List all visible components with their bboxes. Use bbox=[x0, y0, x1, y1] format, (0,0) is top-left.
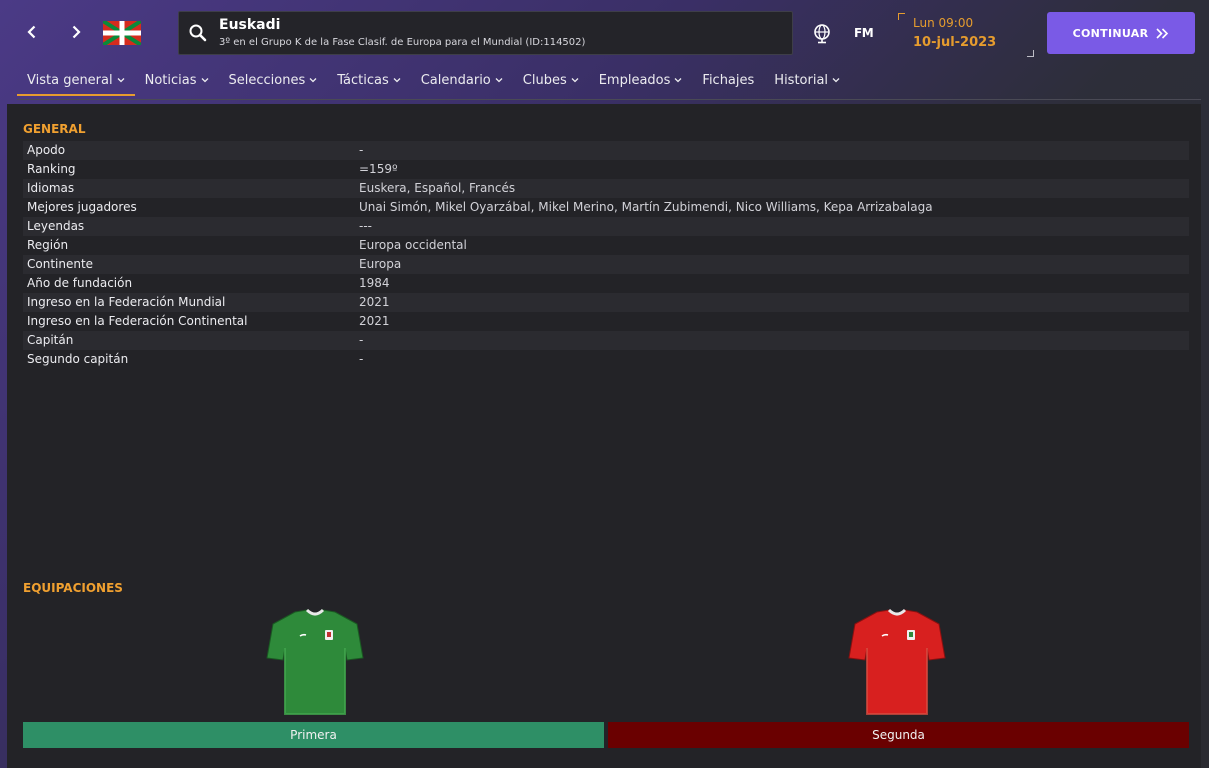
tab-historial[interactable]: Historial bbox=[764, 66, 850, 94]
chevron-left-icon bbox=[27, 25, 36, 39]
forward-button[interactable] bbox=[64, 20, 88, 44]
info-row: Ingreso en la Federación Mundial 2021 bbox=[23, 293, 1189, 312]
info-label: Año de fundación bbox=[27, 276, 133, 290]
continue-button[interactable]: CONTINUAR bbox=[1047, 12, 1195, 54]
tab-label: Vista general bbox=[27, 72, 113, 88]
info-value: 2021 bbox=[359, 295, 390, 309]
tab-label: Calendario bbox=[420, 72, 491, 88]
chevron-down-icon bbox=[495, 78, 503, 83]
chevron-down-icon bbox=[571, 78, 579, 83]
overview-panel: GENERAL Apodo - Ranking =159º Idiomas Euskera… bbox=[7, 104, 1201, 768]
chevron-right-icon bbox=[72, 25, 81, 39]
info-label: Región bbox=[27, 238, 69, 252]
tab-calendario[interactable]: Calendario bbox=[411, 66, 513, 94]
info-value: Euskera, Español, Francés bbox=[359, 181, 516, 195]
team-subtitle: 3º en el Grupo K de la Fase Clasif. de E… bbox=[219, 37, 586, 48]
corner-marker bbox=[1027, 50, 1034, 57]
info-row: Ingreso en la Federación Continental 2021 bbox=[23, 312, 1189, 331]
info-label: Mejores jugadores bbox=[27, 200, 137, 214]
team-name: Euskadi bbox=[219, 17, 281, 33]
info-row: Año de fundación 1984 bbox=[23, 274, 1189, 293]
info-value: 2021 bbox=[359, 314, 390, 328]
info-row: Región Europa occidental bbox=[23, 236, 1189, 255]
tab-label: Noticias bbox=[144, 72, 197, 88]
info-label: Apodo bbox=[27, 143, 66, 157]
tab-label: Clubes bbox=[522, 72, 567, 88]
info-label: Idiomas bbox=[27, 181, 75, 195]
double-chevron-right-icon bbox=[1156, 27, 1169, 39]
tab-fichajes[interactable]: Fichajes bbox=[692, 66, 764, 94]
tab-label: Selecciones bbox=[228, 72, 306, 88]
fm-logo[interactable]: FM bbox=[854, 26, 874, 40]
tab-noticias[interactable]: Noticias bbox=[135, 66, 219, 94]
chevron-down-icon bbox=[832, 78, 840, 83]
tab-tácticas[interactable]: Tácticas bbox=[327, 66, 411, 94]
info-value: - bbox=[359, 143, 364, 157]
info-row: Apodo - bbox=[23, 141, 1189, 160]
info-row: Leyendas --- bbox=[23, 217, 1189, 236]
chevron-down-icon bbox=[201, 78, 208, 83]
tab-selecciones[interactable]: Selecciones bbox=[219, 66, 328, 94]
game-date-display[interactable]: Lun 09:00 10-jul-2023 bbox=[898, 13, 1034, 57]
corner-marker bbox=[898, 13, 905, 20]
info-label: Ingreso en la Federación Continental bbox=[27, 314, 248, 328]
info-label: Ingreso en la Federación Mundial bbox=[27, 295, 226, 309]
info-label: Continente bbox=[27, 257, 94, 271]
info-label: Leyendas bbox=[27, 219, 85, 233]
game-time: Lun 09:00 bbox=[913, 16, 974, 30]
nav-tabs: Vista general Noticias Selecciones Tácticas… bbox=[17, 66, 850, 96]
general-section-title: GENERAL bbox=[23, 122, 86, 136]
general-info-table: Apodo - Ranking =159º Idiomas Euskera, Españo… bbox=[23, 141, 1189, 369]
away-kit-label[interactable]: Segunda bbox=[608, 722, 1189, 748]
info-label: Segundo capitán bbox=[27, 352, 129, 366]
info-value: 1984 bbox=[359, 276, 390, 290]
tab-label: Fichajes bbox=[702, 72, 755, 88]
info-value: - bbox=[359, 333, 364, 347]
info-value: --- bbox=[359, 219, 372, 233]
kits-section-title: EQUIPACIONES bbox=[23, 581, 123, 595]
info-value: Unai Simón, Mikel Oyarzábal, Mikel Merin… bbox=[359, 200, 933, 214]
home-kit-shirt[interactable] bbox=[265, 608, 365, 718]
info-value: Europa occidental bbox=[359, 238, 467, 252]
info-value: =159º bbox=[359, 162, 398, 176]
tab-label: Tácticas bbox=[337, 72, 389, 88]
team-search-box[interactable]: Euskadi 3º en el Grupo K de la Fase Clas… bbox=[178, 11, 793, 55]
info-row: Mejores jugadores Unai Simón, Mikel Oyarz… bbox=[23, 198, 1189, 217]
search-icon[interactable] bbox=[188, 23, 208, 43]
info-label: Capitán bbox=[27, 333, 74, 347]
chevron-down-icon bbox=[674, 78, 682, 83]
info-label: Ranking bbox=[27, 162, 76, 176]
chevron-down-icon bbox=[309, 78, 317, 83]
home-kit-label[interactable]: Primera bbox=[23, 722, 604, 748]
info-row: Ranking =159º bbox=[23, 160, 1189, 179]
info-row: Idiomas Euskera, Español, Francés bbox=[23, 179, 1189, 198]
info-row: Segundo capitán - bbox=[23, 350, 1189, 369]
tab-label: Empleados bbox=[598, 72, 671, 88]
tab-empleados[interactable]: Empleados bbox=[589, 66, 693, 94]
basque-flag-icon[interactable] bbox=[103, 21, 141, 45]
tab-clubes[interactable]: Clubes bbox=[513, 66, 589, 94]
info-value: Europa bbox=[359, 257, 402, 271]
globe-icon[interactable] bbox=[811, 22, 833, 44]
chevron-down-icon bbox=[117, 78, 125, 83]
info-row: Continente Europa bbox=[23, 255, 1189, 274]
info-row: Capitán - bbox=[23, 331, 1189, 350]
tab-label: Historial bbox=[774, 72, 829, 88]
away-kit-shirt[interactable] bbox=[847, 608, 947, 718]
back-button[interactable] bbox=[20, 20, 44, 44]
tab-vista-general[interactable]: Vista general bbox=[17, 66, 135, 96]
tabs-divider bbox=[17, 99, 1201, 100]
chevron-down-icon bbox=[393, 78, 401, 83]
info-value: - bbox=[359, 352, 364, 366]
game-date: 10-jul-2023 bbox=[913, 35, 997, 50]
top-bar: Euskadi 3º en el Grupo K de la Fase Clas… bbox=[0, 0, 1209, 64]
continue-label: CONTINUAR bbox=[1072, 26, 1149, 40]
